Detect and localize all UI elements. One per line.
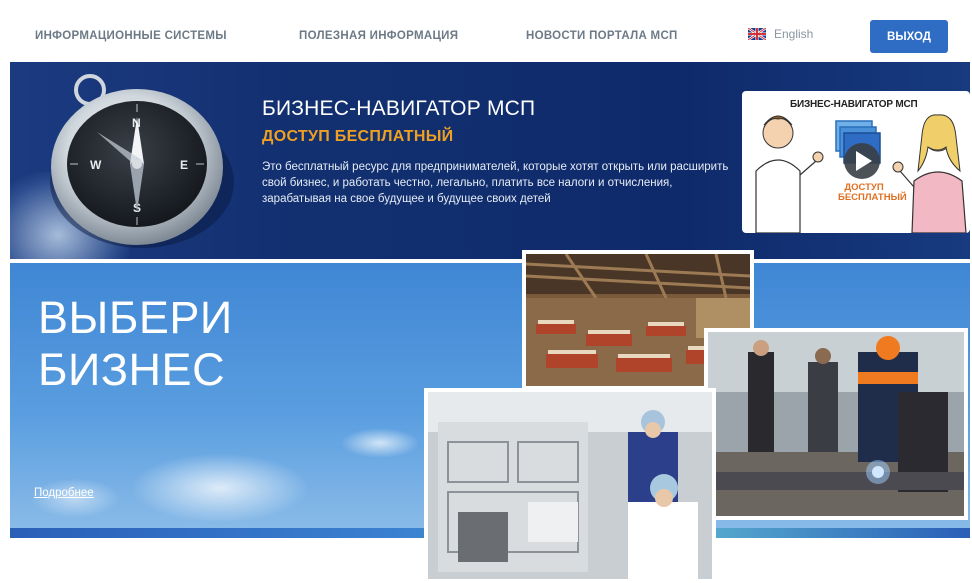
language-switch[interactable]: English (748, 27, 813, 41)
choose-business-title-line2: БИЗНЕС (38, 344, 226, 395)
video-thumbnail[interactable]: БИЗНЕС-НАВИГАТОР МСП ДОСТУП БЕСПЛАТНЫЙ (742, 91, 970, 233)
choose-business-title-line1: ВЫБЕРИ (38, 292, 233, 343)
cloud (340, 428, 420, 458)
logout-button[interactable]: ВЫХОД (870, 20, 948, 53)
video-caption: ДОСТУП БЕСПЛАТНЫЙ (838, 182, 907, 203)
more-link[interactable]: Подробнее (34, 487, 94, 499)
navigator-description: Это бесплатный ресурс для предпринимател… (262, 161, 729, 205)
compass-icon: NEWS (50, 74, 234, 248)
navigator-title: БИЗНЕС-НАВИГАТОР МСП (262, 97, 536, 120)
uk-flag-icon (748, 28, 766, 40)
language-label: English (774, 27, 814, 41)
nav-item-information-systems[interactable]: ИНФОРМАЦИОННЫЕ СИСТЕМЫ (35, 30, 227, 42)
factory-photo (424, 388, 716, 583)
welding-photo (704, 328, 968, 520)
nav-item-useful-information[interactable]: ПОЛЕЗНАЯ ИНФОРМАЦИЯ (299, 30, 458, 42)
nav-item-portal-news[interactable]: НОВОСТИ ПОРТАЛА МСП (526, 30, 678, 42)
cloud (130, 453, 310, 523)
video-title: БИЗНЕС-НАВИГАТОР МСП (790, 99, 918, 110)
video-illustration (755, 114, 967, 233)
navigator-banner[interactable]: NEWS БИЗНЕС-НАВИГАТОР МСП ДОСТУП БЕСПЛАТ… (10, 62, 970, 259)
choose-business-title: ВЫБЕРИ БИЗНЕС (38, 292, 233, 396)
navigator-subtitle: ДОСТУП БЕСПЛАТНЫЙ (262, 128, 454, 145)
top-navigation: ИНФОРМАЦИОННЫЕ СИСТЕМЫ ПОЛЕЗНАЯ ИНФОРМАЦ… (0, 0, 972, 62)
svg-text:E: E (180, 158, 188, 172)
svg-text:W: W (90, 158, 102, 172)
